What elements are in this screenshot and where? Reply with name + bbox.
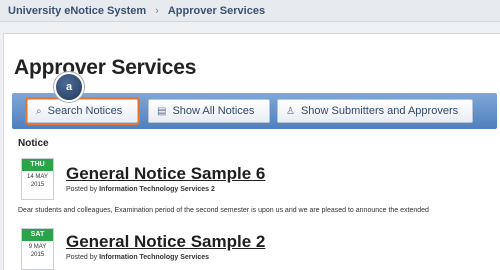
posted-by-author: Information Technology Services (99, 254, 210, 261)
date-day-month: 9 MAY (28, 244, 47, 250)
breadcrumb-root-link[interactable]: University eNotice System (8, 5, 146, 17)
date-year: 2015 (30, 252, 45, 258)
posted-by-prefix: Posted by (66, 254, 98, 261)
show-submitters-label: Show Submitters and Approvers (300, 105, 459, 117)
breadcrumb-current[interactable]: Approver Services (168, 5, 265, 17)
search-icon: ⌕ (36, 105, 42, 117)
date-year: 2015 (30, 182, 45, 188)
page-title: Approver Services (14, 56, 197, 79)
breadcrumb: University eNotice System › Approver Ser… (0, 0, 500, 22)
breadcrumb-separator-icon: › (155, 4, 159, 17)
notice-title-link[interactable]: General Notice Sample 2 (66, 232, 265, 252)
annotation-marker: a (54, 72, 84, 102)
notice-posted-by: Posted by Information Technology Service… (66, 254, 209, 261)
show-submitters-button[interactable]: ♙ Show Submitters and Approvers (277, 99, 473, 123)
posted-by-author: Information Technology Services 2 (99, 186, 215, 193)
notice-title-link[interactable]: General Notice Sample 6 (66, 164, 265, 184)
user-icon: ♙ (286, 105, 295, 117)
notice-column-header: Notice (18, 138, 49, 149)
search-notices-button[interactable]: ⌕ Search Notices (25, 97, 140, 125)
notice-posted-by: Posted by Information Technology Service… (66, 186, 215, 193)
list-icon: ▤ (157, 105, 167, 117)
search-notices-label: Search Notices (47, 105, 123, 117)
date-day-of-week: THU (22, 159, 53, 171)
posted-by-prefix: Posted by (66, 186, 98, 193)
date-badge: SAT 9 MAY 2015 (21, 228, 54, 270)
show-all-notices-label: Show All Notices (172, 105, 255, 117)
toolbar: ⌕ Search Notices ▤ Show All Notices ♙ Sh… (12, 93, 497, 129)
show-all-notices-button[interactable]: ▤ Show All Notices (148, 99, 270, 123)
notice-excerpt: Dear students and colleagues, Examinatio… (18, 207, 429, 214)
date-badge: THU 14 MAY 2015 (21, 158, 54, 200)
date-day-month: 14 MAY (27, 174, 48, 180)
date-day-of-week: SAT (22, 229, 53, 241)
